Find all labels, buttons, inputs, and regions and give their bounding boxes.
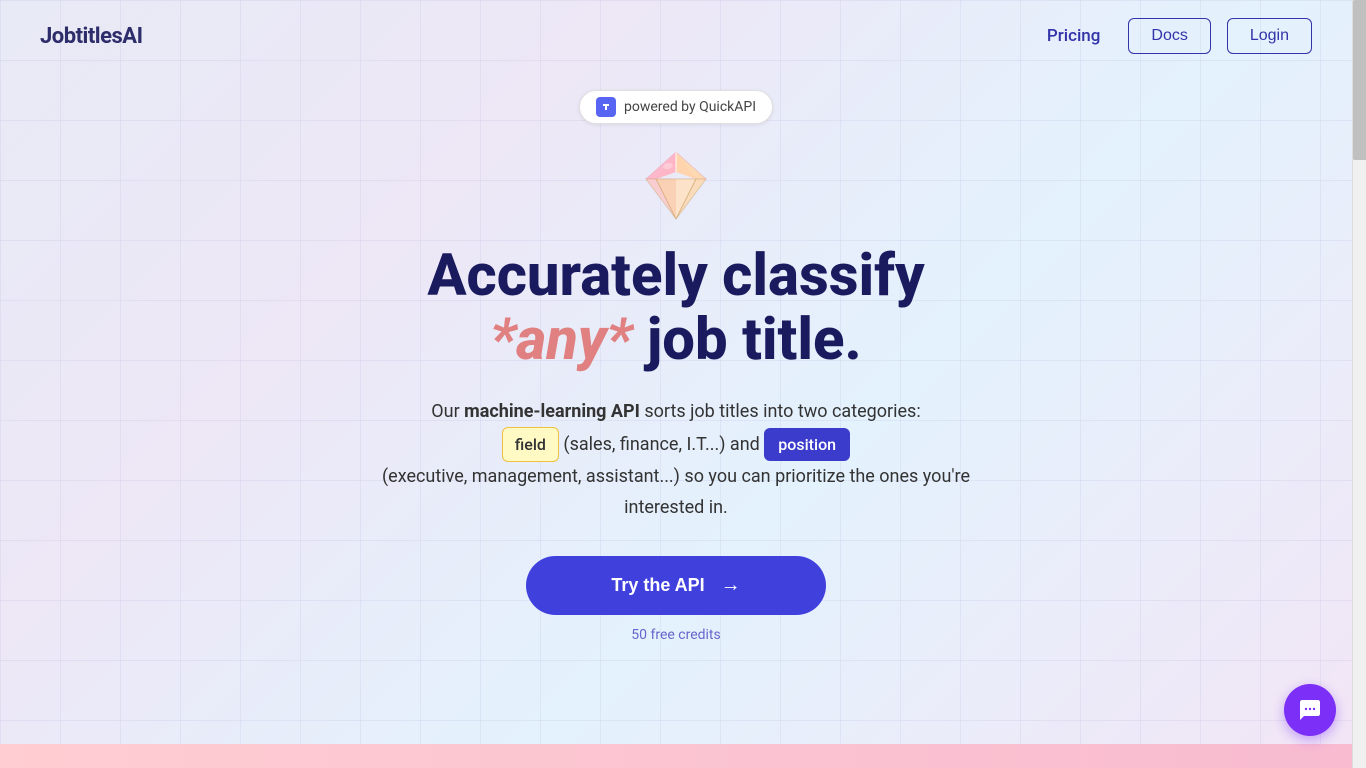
- cta-button-label: Try the API: [611, 575, 704, 596]
- bottom-section-hint: [0, 744, 1352, 768]
- cta-arrow-icon: →: [721, 574, 741, 597]
- powered-by-badge: powered by QuickAPI: [579, 90, 773, 124]
- hero-line2: *any* job title.: [427, 309, 924, 373]
- description-bold: machine-learning API: [464, 401, 640, 422]
- main-content: powered by QuickAPI: [0, 0, 1352, 768]
- login-button[interactable]: Login: [1227, 18, 1312, 54]
- gem-illustration: [626, 144, 726, 229]
- scrollbar-thumb[interactable]: [1353, 0, 1366, 160]
- chat-icon: [1298, 698, 1322, 722]
- description-part2: sorts job titles into two categories:: [640, 401, 921, 422]
- position-badge: position: [764, 428, 850, 461]
- hero-any-text: *any*: [490, 306, 632, 374]
- hero-line1: Accurately classify: [427, 245, 924, 309]
- scrollbar[interactable]: [1352, 0, 1366, 768]
- powered-by-text: powered by QuickAPI: [624, 99, 756, 115]
- quickapi-icon: [596, 97, 616, 117]
- hero-heading: Accurately classify *any* job title.: [427, 245, 924, 373]
- hero-line2-end: job title.: [632, 306, 861, 374]
- nav-pricing-link[interactable]: Pricing: [1035, 18, 1113, 54]
- chat-button[interactable]: [1284, 684, 1336, 736]
- description-part1: Our: [431, 401, 464, 422]
- field-badge: field: [502, 427, 559, 462]
- cta-subtext: 50 free credits: [631, 627, 720, 643]
- description-end: (executive, management, assistant...) so…: [382, 466, 970, 518]
- description-mid: (sales, finance, I.T...) and: [563, 434, 759, 455]
- hero-description: Our machine-learning API sorts job title…: [376, 397, 976, 524]
- try-api-button[interactable]: Try the API →: [526, 556, 826, 615]
- navbar: JobtitlesAI Pricing Docs Login: [0, 0, 1352, 72]
- nav-links: Pricing Docs Login: [1035, 18, 1312, 54]
- nav-logo: JobtitlesAI: [40, 24, 143, 49]
- docs-button[interactable]: Docs: [1128, 18, 1210, 54]
